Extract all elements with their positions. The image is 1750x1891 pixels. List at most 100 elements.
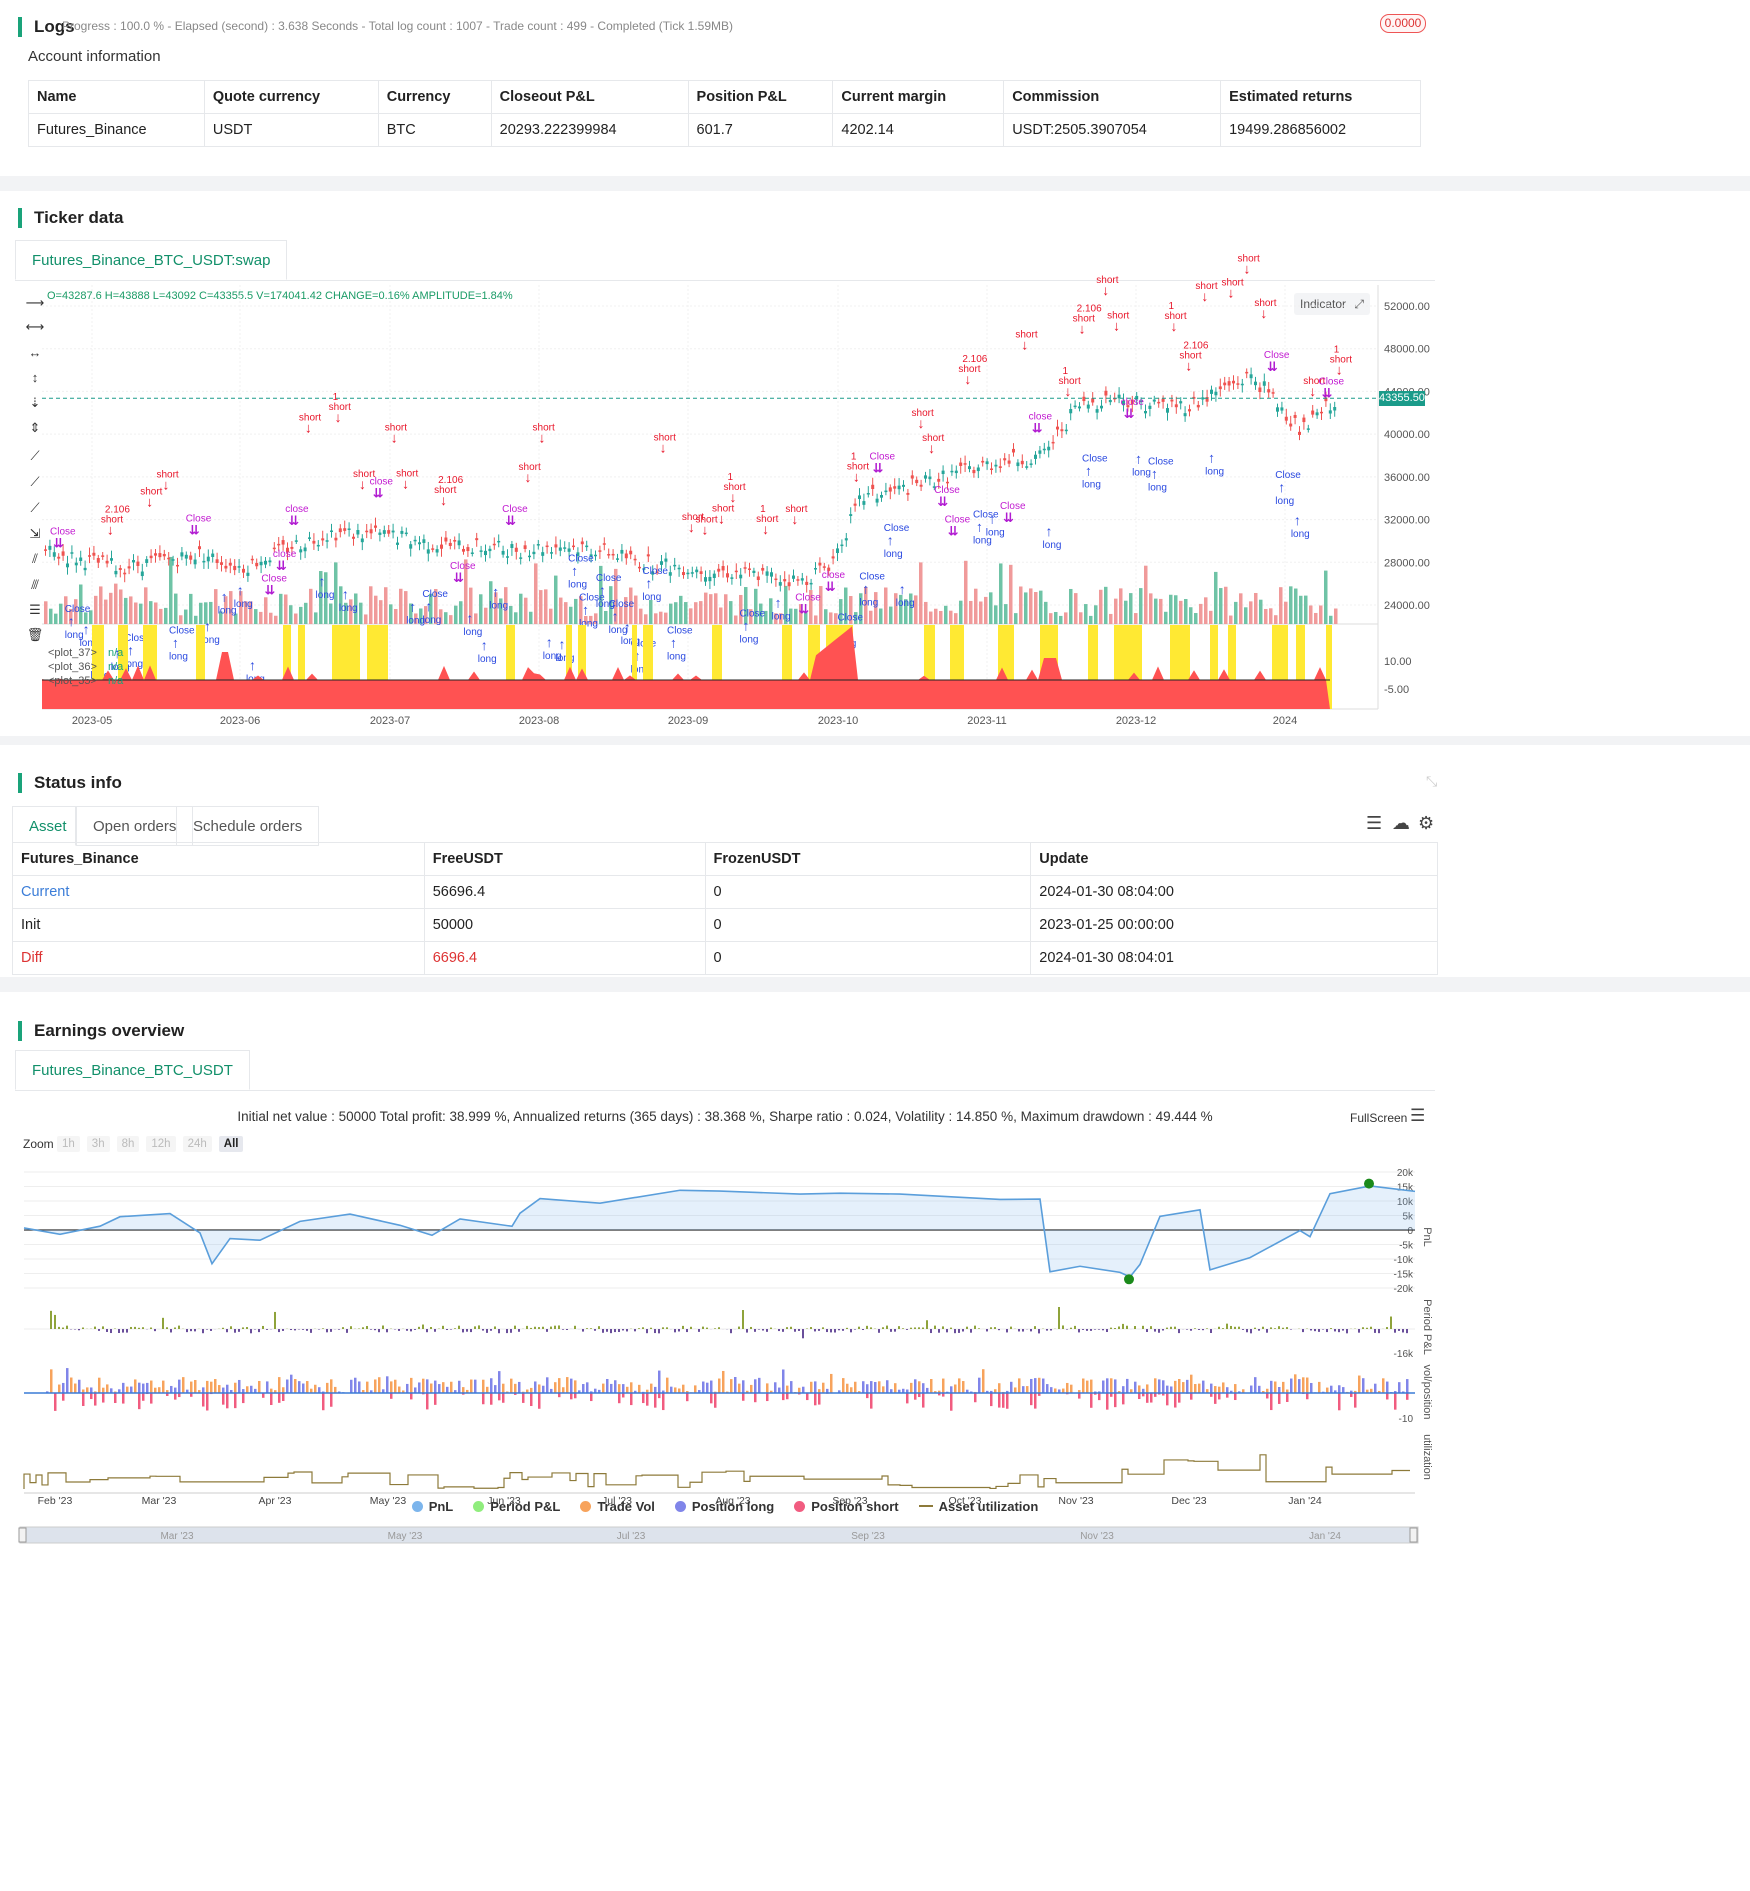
volume-bar — [329, 603, 333, 624]
volume-bar — [789, 608, 793, 624]
close-marker: ⇊ — [189, 523, 200, 538]
legend-item[interactable]: Asset utilization — [918, 1499, 1038, 1514]
trend-line-tool-icon[interactable]: ⟋ — [25, 449, 45, 463]
vol-bar — [98, 1377, 101, 1393]
short-bar — [426, 1393, 429, 1410]
candle-body — [312, 540, 316, 544]
short-arrow: ↓ — [440, 492, 447, 508]
cloud-download-icon[interactable]: ☁ — [1392, 813, 1410, 834]
period-bar — [1142, 1325, 1144, 1329]
ray-tool-icon[interactable]: ⟋ — [25, 475, 45, 489]
short-arrow: ↓ — [391, 430, 398, 446]
signal-band — [298, 625, 305, 709]
vol-bar — [1214, 1386, 1217, 1393]
candle-body — [730, 577, 734, 579]
short-arrow: ↓ — [688, 519, 695, 535]
volume-bar — [1034, 592, 1038, 624]
volume-bar — [944, 605, 948, 624]
volume-bar — [1289, 586, 1293, 624]
list-icon[interactable]: ☰ — [1366, 813, 1382, 834]
period-bar — [794, 1329, 796, 1332]
candle-body — [88, 555, 91, 557]
indicator-button[interactable]: Indicator ⤢ — [1294, 293, 1370, 315]
period-bar — [1086, 1329, 1088, 1331]
logs-card: Logs Progress : 100.0 % - Elapsed (secon… — [0, 0, 1750, 176]
long-arrow: ↑ — [127, 642, 134, 658]
ticker-tab[interactable]: Futures_Binance_BTC_USDT:swap — [15, 240, 288, 280]
short-bar — [990, 1393, 993, 1407]
close-marker: ⇊ — [825, 579, 836, 594]
volume-bar — [954, 613, 958, 624]
period-bar — [210, 1329, 212, 1331]
candle-body — [83, 567, 87, 571]
volume-bar — [894, 593, 898, 624]
short-bar — [278, 1393, 281, 1403]
vol-bar — [514, 1383, 517, 1393]
volume-bar — [1259, 599, 1263, 624]
tab-schedule-orders[interactable]: Schedule orders — [176, 806, 320, 846]
period-bar — [422, 1324, 424, 1329]
pitchfork-tool-icon[interactable]: ⫻ — [25, 578, 45, 592]
qty-label: 1 — [727, 472, 733, 483]
period-bar — [754, 1329, 756, 1332]
short-bar — [282, 1393, 285, 1401]
parallel-channel-tool-icon[interactable]: ⫽ — [25, 552, 45, 566]
candle-body — [1311, 410, 1315, 415]
navigator-handle-left — [18, 1527, 27, 1543]
horizontal-line-tool-icon[interactable]: ⟶ — [25, 296, 45, 310]
period-bar — [1046, 1329, 1048, 1331]
volume-bar — [474, 613, 478, 624]
volume-bar — [929, 611, 933, 624]
signal-band — [712, 625, 722, 709]
vertical-segment-tool-icon[interactable]: ⇕ — [25, 421, 45, 435]
horizontal-ray-tool-icon[interactable]: ⟷ — [25, 320, 45, 334]
period-bar — [1342, 1329, 1344, 1331]
close-marker: ⇊ — [264, 582, 275, 597]
legend-item[interactable]: PnL — [411, 1499, 453, 1514]
gear-icon[interactable]: ⚙ — [1418, 813, 1434, 834]
vertical-line-tool-icon[interactable]: ↕ — [25, 371, 45, 385]
tab-asset[interactable]: Asset — [12, 806, 76, 846]
candle-body — [391, 530, 395, 533]
pnl-tick-label: -10k — [1394, 1255, 1414, 1266]
earnings-chart[interactable]: 20k15k10k5k0-5k-10k-15k-20kPnLPeriod P&L… — [0, 992, 1750, 1891]
vol-bar — [138, 1382, 141, 1393]
qty-label: 2.106 — [105, 504, 130, 515]
period-bar — [738, 1326, 740, 1329]
price-range-tool-icon[interactable]: ⇲ — [25, 527, 45, 541]
vol-bar — [86, 1387, 89, 1393]
indicator-label: Indicator — [1300, 297, 1347, 311]
vol-bar — [1178, 1378, 1181, 1393]
extended-line-tool-icon[interactable]: ↔ — [25, 346, 45, 360]
candle-body — [818, 562, 822, 566]
column-header: FrozenUSDT — [704, 842, 1032, 876]
short-arrow: ↓ — [1227, 284, 1234, 300]
period-bar — [766, 1329, 768, 1332]
candle-body — [418, 542, 421, 545]
candle-body — [1126, 405, 1130, 408]
fib-retracement-tool-icon[interactable]: ☰ — [25, 603, 45, 617]
legend-item[interactable]: Position long — [674, 1499, 774, 1514]
candle-body — [629, 550, 633, 555]
vertical-ray-tool-icon[interactable]: ⇣ — [25, 396, 45, 410]
trash-icon[interactable]: 🗑 — [25, 628, 45, 642]
legend-item[interactable]: Period P&L — [473, 1499, 560, 1514]
segment-tool-icon[interactable]: ⟋ — [25, 501, 45, 515]
candle-body — [1029, 463, 1033, 465]
collapse-icon[interactable]: ⤡ — [1426, 773, 1437, 790]
navigator-month-label: May '23 — [388, 1531, 423, 1542]
candle-body — [1073, 405, 1077, 408]
legend-item[interactable]: Trade Vol — [580, 1499, 655, 1514]
indicator-tick-label: -5.00 — [1384, 684, 1409, 696]
period-bar — [150, 1327, 152, 1329]
period-bar — [1194, 1328, 1196, 1329]
candle-body — [1091, 398, 1095, 403]
legend-item[interactable]: Position short — [794, 1499, 899, 1514]
expand-icon[interactable]: ⤢ — [1354, 293, 1364, 315]
vol-bar — [394, 1379, 397, 1393]
vol-bar — [1226, 1387, 1229, 1393]
volume-bar — [1299, 595, 1303, 624]
navigator-handle-right — [1409, 1527, 1418, 1543]
short-arrow: ↓ — [1336, 361, 1343, 377]
plot-legend-item: <plot_35> n/a — [48, 675, 124, 687]
